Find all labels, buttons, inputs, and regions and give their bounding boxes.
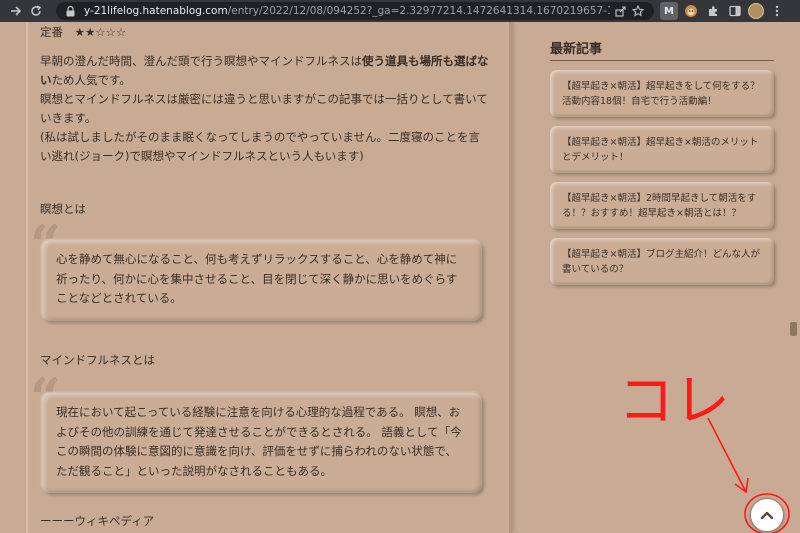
bookmark-star-icon[interactable] <box>630 3 646 19</box>
rating-row: 定番 ★★☆☆☆ <box>40 24 134 40</box>
share-icon[interactable] <box>612 3 628 19</box>
monkey-extension-icon[interactable] <box>682 2 700 20</box>
intro-line-2: 瞑想とマインドフルネスは厳密には違うと思いますがこの記事では一括りとして書いてい… <box>40 92 488 125</box>
sidebar-divider <box>550 60 774 61</box>
recent-post-card[interactable]: 【超早起き×朝活】2時間早起きして朝活をする！？おすすめ！超早起き×朝活とは！？ <box>550 182 774 229</box>
back-to-top-button[interactable] <box>750 498 784 532</box>
menu-kebab-icon[interactable] <box>768 2 786 20</box>
annotation-text: コレ <box>618 369 730 434</box>
side-panel-icon[interactable] <box>726 2 744 20</box>
sidebar-title: 最新記事 <box>550 42 603 57</box>
quote-meditation: 心を静めて無心になること、何も考えずリラックスすること、心を静めて神に祈ったり、… <box>42 240 482 321</box>
intro-paragraph: 早朝の澄んだ時間、澄んだ頭で行う瞑想やマインドフルネスは使う道具も場所も選ばない… <box>40 52 490 166</box>
intro-line-1: 早朝の澄んだ時間、澄んだ頭で行う瞑想やマインドフルネスは使う道具も場所も選ばない… <box>40 52 490 90</box>
annotation-arrow <box>707 417 747 493</box>
url-path: /entry/2022/12/08/094252?_ga=2.32977214.… <box>227 5 610 17</box>
profile-avatar[interactable] <box>748 3 764 19</box>
chevron-up-icon <box>760 511 774 520</box>
url-text[interactable]: y-21lifelog.hatenablog.com/entry/2022/12… <box>84 5 610 17</box>
forward-arrow-icon[interactable] <box>6 0 26 22</box>
rating-stars: ★★☆☆☆ <box>74 25 127 39</box>
page-scrollbar[interactable] <box>786 22 800 533</box>
browser-toolbar: y-21lifelog.hatenablog.com/entry/2022/12… <box>0 0 800 22</box>
annotation-arrowhead <box>734 477 749 494</box>
recent-post-card[interactable]: 【超早起き×朝活】超早起き×朝活のメリットとデメリット！ <box>550 126 774 173</box>
quote-mindfulness: 現在において起こっている経験に注意を向ける心理的な過程である。 瞑想、およびその… <box>42 393 482 493</box>
url-host: y-21lifelog.hatenablog.com <box>84 5 228 17</box>
rating-label: 定番 <box>40 25 63 39</box>
intro-text-a: 早朝の澄んだ時間、澄んだ頭で行う瞑想やマインドフルネスは <box>40 54 362 68</box>
lock-icon[interactable] <box>64 5 76 17</box>
recent-post-card[interactable]: 【超早起き×朝活】超早起きをして何をする？活動内容18個！自宅で行う活動編！ <box>550 70 774 117</box>
gmail-extension-icon[interactable]: M <box>660 2 678 20</box>
web-page: 定番 ★★☆☆☆ 早朝の澄んだ時間、澄んだ頭で行う瞑想やマインドフルネスは使う道… <box>0 22 800 533</box>
source-attribution: ーーーウィキペディア <box>40 514 155 528</box>
recent-post-card[interactable]: 【超早起き×朝活】ブログ主紹介！どんな人が書いているの？ <box>550 238 774 285</box>
intro-text-b: ため人気です。 <box>51 73 131 87</box>
address-bar[interactable]: y-21lifelog.hatenablog.com/entry/2022/12… <box>56 2 654 20</box>
article-column: 定番 ★★☆☆☆ 早朝の澄んだ時間、澄んだ頭で行う瞑想やマインドフルネスは使う道… <box>26 22 512 533</box>
intro-line-3: (私は試しましたがそのまま眠くなってしまうのでやっていません。二度寝のことを言い… <box>40 130 480 163</box>
scrollbar-thumb[interactable] <box>790 322 797 336</box>
puzzle-extensions-icon[interactable] <box>704 2 722 20</box>
reload-icon[interactable] <box>26 0 46 22</box>
